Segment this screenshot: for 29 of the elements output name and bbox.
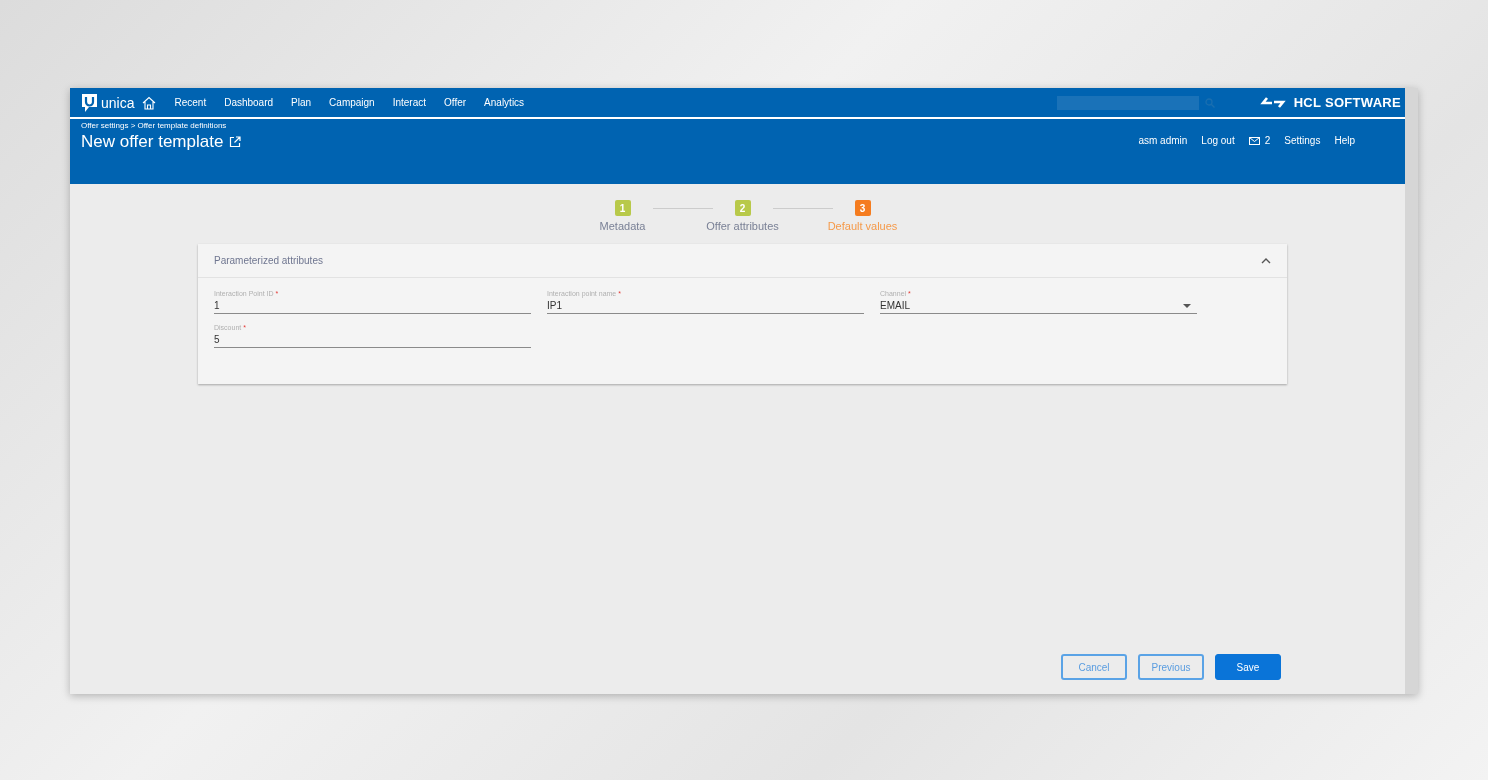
- help-link[interactable]: Help: [1334, 135, 1355, 146]
- envelope-icon: [1248, 136, 1260, 145]
- breadcrumb: Offer settings > Offer template definitions: [81, 121, 228, 130]
- logout-link[interactable]: Log out: [1201, 135, 1235, 146]
- nav-link[interactable]: Recent: [174, 97, 207, 108]
- dropdown-caret-icon: [1183, 303, 1191, 308]
- search-field[interactable]: [1056, 95, 1199, 110]
- user-name: asm admin: [1138, 135, 1188, 146]
- home-icon[interactable]: [142, 95, 157, 110]
- brand-logo-icon: [1259, 97, 1286, 108]
- logo-icon: [81, 92, 98, 113]
- nav-link[interactable]: Interact: [392, 97, 427, 108]
- nav-link[interactable]: Offer: [444, 97, 467, 108]
- step-label[interactable]: Offer attributes: [706, 220, 779, 232]
- save-button[interactable]: Save: [1215, 654, 1281, 680]
- product-name: unica: [101, 94, 135, 111]
- nav-link[interactable]: Campaign: [329, 97, 375, 108]
- scrollbar[interactable]: [1405, 88, 1418, 694]
- page-title: New offer template: [81, 132, 224, 152]
- nav-link[interactable]: Plan: [291, 97, 312, 108]
- step-label[interactable]: Metadata: [599, 220, 646, 232]
- brand-name: HCL SOFTWARE: [1293, 95, 1401, 110]
- panel-title: Parameterized attributes: [214, 255, 323, 266]
- collapse-toggle[interactable]: [1261, 257, 1271, 264]
- settings-link[interactable]: Settings: [1284, 135, 1321, 146]
- messages-link[interactable]: 2: [1248, 135, 1271, 146]
- nav-link[interactable]: Dashboard: [224, 97, 274, 108]
- nav-link[interactable]: Analytics: [484, 97, 525, 108]
- external-link-icon[interactable]: [229, 136, 242, 148]
